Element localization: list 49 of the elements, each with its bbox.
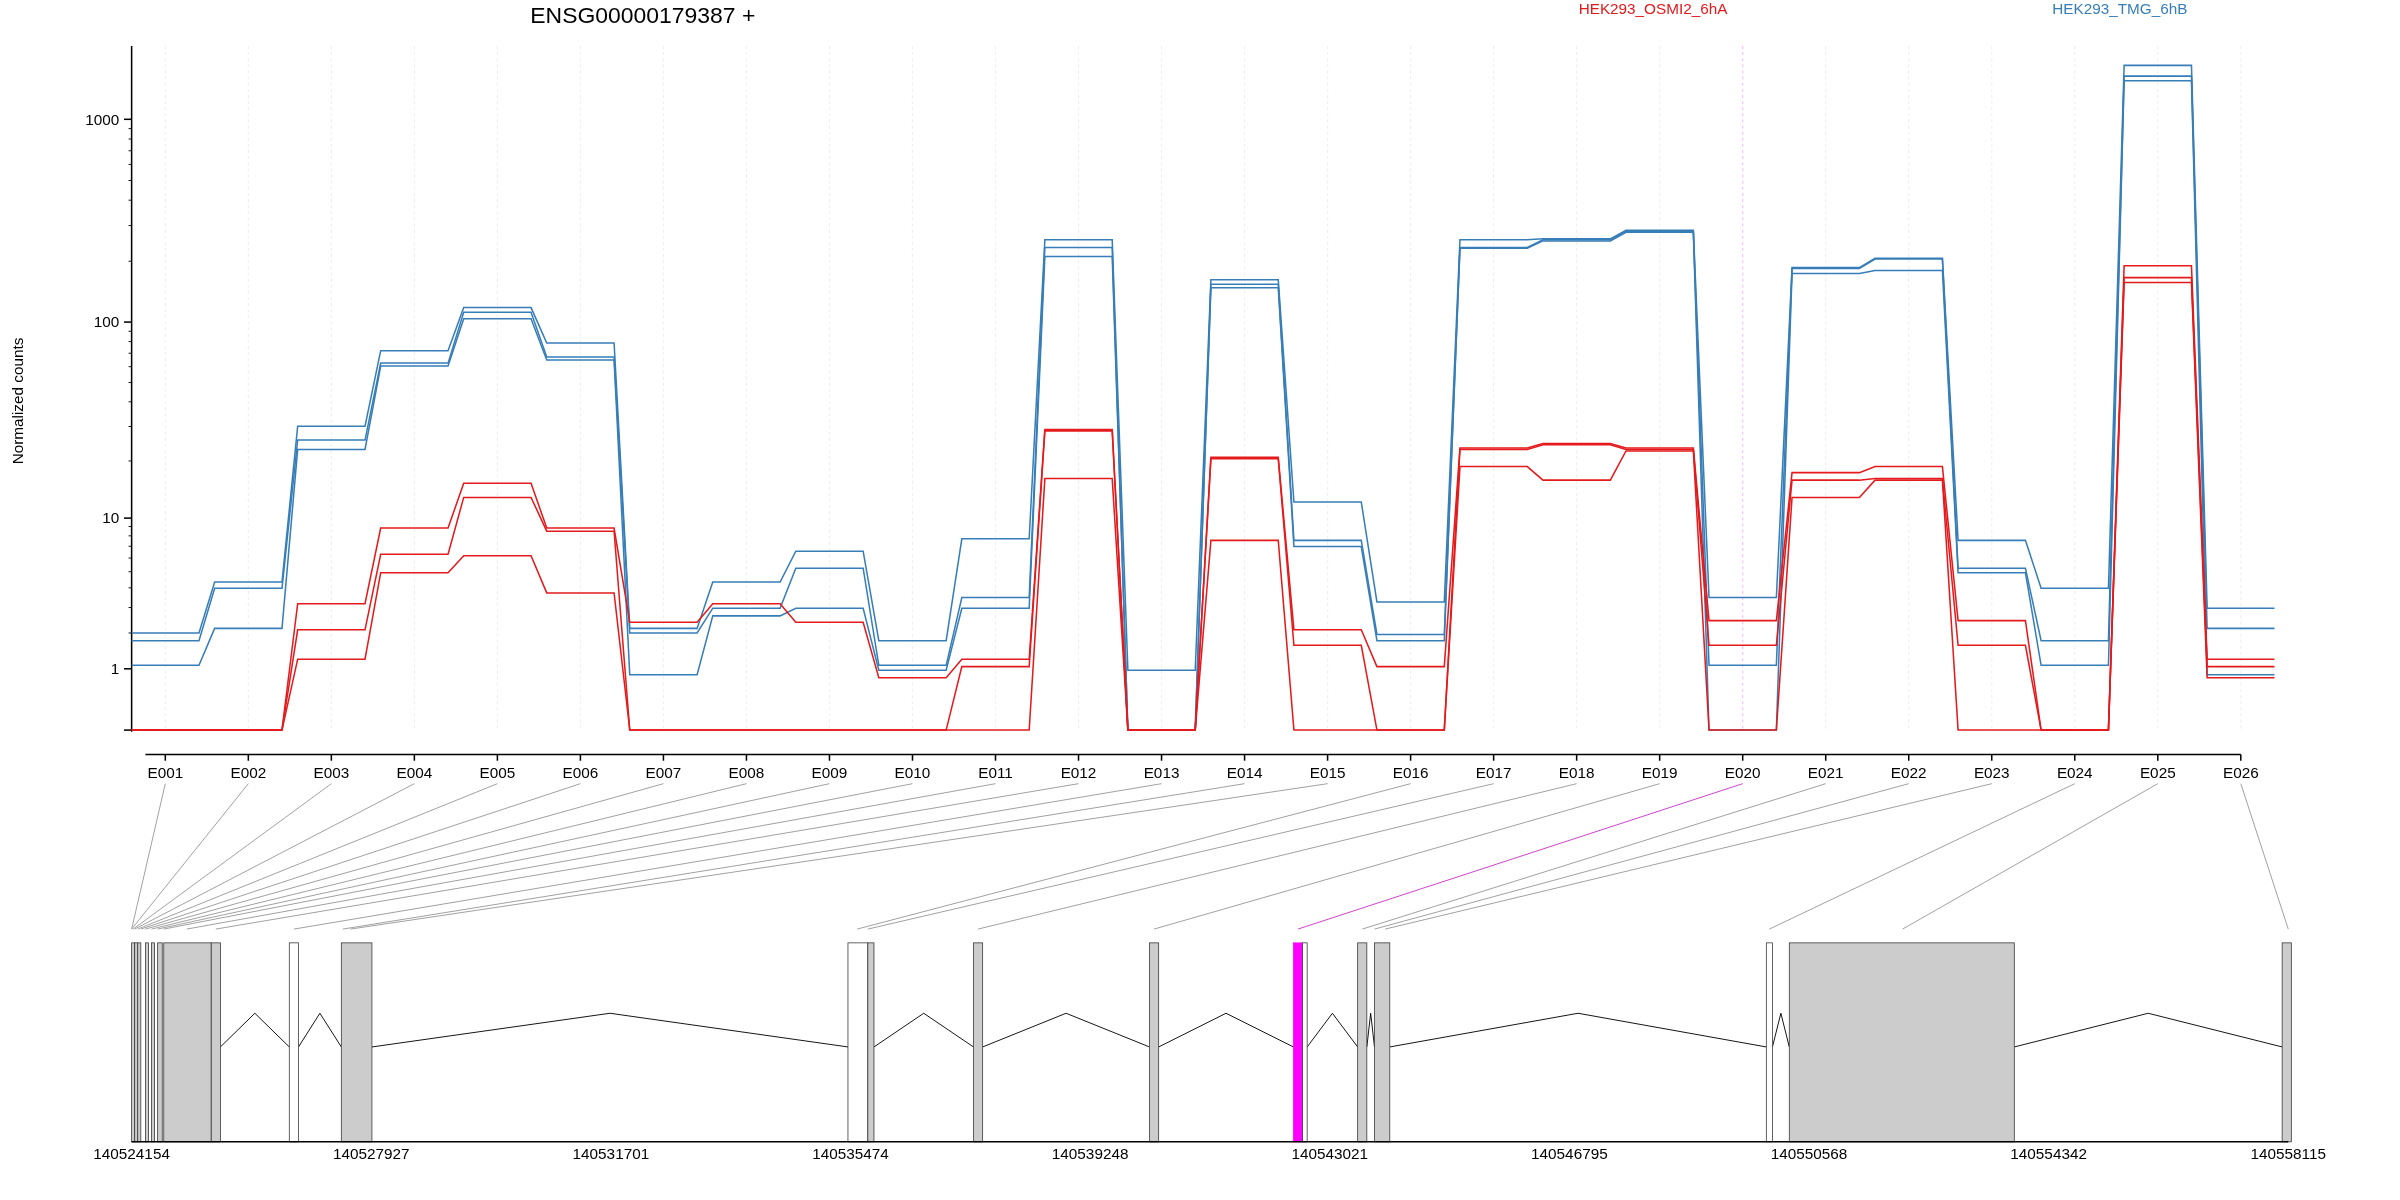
genome-tick-label: 140524154 bbox=[93, 1144, 170, 1162]
legend-label: HEK293_OSMI2_6hA bbox=[1578, 0, 1728, 17]
genome-tick-label: 140531701 bbox=[572, 1144, 650, 1162]
x-tick-label: E004 bbox=[396, 763, 433, 781]
genome-tick-label: 140535474 bbox=[812, 1144, 889, 1162]
x-tick-label: E019 bbox=[1641, 763, 1678, 781]
x-tick-label: E014 bbox=[1226, 763, 1263, 781]
x-tick-label: E005 bbox=[479, 763, 516, 781]
plot-title: ENSG00000179387 + bbox=[530, 1, 756, 28]
x-tick-label: E010 bbox=[894, 763, 931, 781]
x-tick-label: E007 bbox=[645, 763, 682, 781]
genome-tick-label: 140543021 bbox=[1291, 1144, 1369, 1162]
x-tick-label: E002 bbox=[230, 763, 267, 781]
genome-tick-label: 140558115 bbox=[2250, 1144, 2326, 1162]
x-tick-label: E022 bbox=[1890, 763, 1927, 781]
x-tick-label: E016 bbox=[1392, 763, 1429, 781]
intron-line bbox=[1306, 1012, 1359, 1048]
x-tick-label: E001 bbox=[147, 763, 184, 781]
intron-line bbox=[219, 1012, 290, 1048]
x-tick-label: E025 bbox=[2139, 763, 2176, 781]
x-tick-label: E013 bbox=[1143, 763, 1180, 781]
intron-line bbox=[298, 1012, 342, 1048]
x-tick-label: E003 bbox=[313, 763, 350, 781]
y-tick-label: 1000 bbox=[85, 110, 120, 128]
x-tick-label: E026 bbox=[2222, 763, 2259, 781]
x-tick-label: E024 bbox=[2056, 763, 2093, 781]
x-tick-label: E018 bbox=[1558, 763, 1595, 781]
y-tick-label: 100 bbox=[93, 313, 120, 331]
y-axis-label: Normalized counts bbox=[8, 337, 26, 465]
genome-tick-label: 140554342 bbox=[2010, 1144, 2087, 1162]
x-tick-label: E015 bbox=[1309, 763, 1346, 781]
intron-line bbox=[1366, 1012, 1375, 1048]
x-tick-label: E021 bbox=[1807, 763, 1844, 781]
x-tick-label: E006 bbox=[562, 763, 599, 781]
legend-label: HEK293_TMG_6hB bbox=[2052, 0, 2188, 17]
x-tick-label: E020 bbox=[1724, 763, 1761, 781]
x-tick-label: E011 bbox=[978, 763, 1013, 781]
genome-tick-label: 140527927 bbox=[332, 1144, 410, 1162]
x-tick-label: E023 bbox=[1973, 763, 2010, 781]
y-tick-label: 1 bbox=[110, 660, 120, 678]
y-tick-label: 10 bbox=[102, 509, 120, 527]
genome-tick-label: 140546795 bbox=[1531, 1144, 1608, 1162]
intron-line bbox=[1772, 1012, 1790, 1048]
x-tick-label: E017 bbox=[1475, 763, 1512, 781]
genome-tick-label: 140539248 bbox=[1051, 1144, 1129, 1162]
x-tick-label: E009 bbox=[811, 763, 848, 781]
genome-tick-label: 140550568 bbox=[1770, 1144, 1848, 1162]
x-tick-label: E012 bbox=[1060, 763, 1097, 781]
x-tick-label: E008 bbox=[728, 763, 765, 781]
